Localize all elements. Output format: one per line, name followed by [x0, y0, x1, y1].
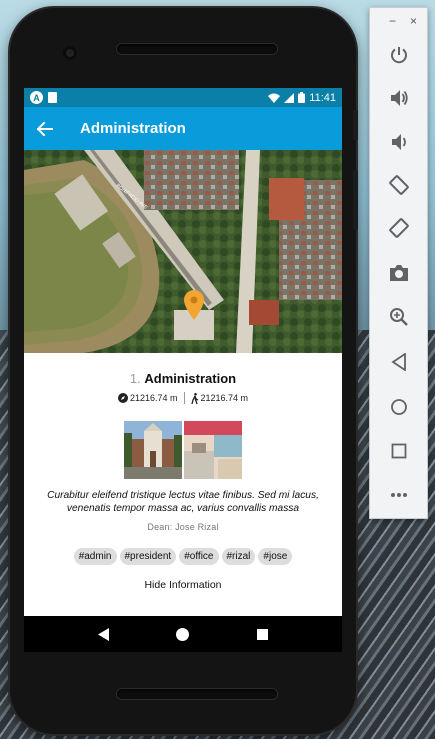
- zoom-icon: [390, 308, 408, 326]
- home-circle-icon: [176, 627, 190, 641]
- distance-row: 21216.74 m 21216.74 m: [24, 392, 342, 404]
- rotate-right-icon: [389, 218, 409, 238]
- photo-thumbnail-interior[interactable]: [184, 421, 242, 479]
- compass-icon: [117, 393, 128, 403]
- volume-up-icon: [391, 90, 408, 106]
- side-button: [353, 110, 358, 140]
- back-icon: [391, 353, 406, 371]
- status-time: 11:41: [309, 91, 336, 104]
- map-imagery: BONIFACIO AVE: [24, 150, 342, 353]
- tag-list: #admin #president #office #rizal #jose: [24, 548, 342, 565]
- sd-card-icon: [48, 92, 57, 103]
- place-number: 1.: [129, 371, 141, 386]
- overview-icon: [391, 443, 407, 459]
- nav-home-button[interactable]: [168, 619, 198, 649]
- more-button[interactable]: [384, 480, 414, 510]
- bottom-speaker: [117, 689, 277, 699]
- hide-information-button[interactable]: Hide Information: [24, 579, 342, 591]
- walking-icon: [190, 392, 198, 404]
- camera-icon: [390, 265, 408, 281]
- battery-icon: [298, 92, 306, 103]
- tag-chip[interactable]: #rizal: [221, 548, 256, 565]
- overview-button-emulator[interactable]: [384, 436, 414, 466]
- back-triangle-icon: [97, 627, 109, 641]
- divider: [183, 392, 185, 404]
- android-a-icon: A: [30, 91, 43, 104]
- place-heading: 1. Administration: [24, 371, 342, 386]
- tag-chip[interactable]: #admin: [73, 548, 117, 565]
- photo-thumbnail-building[interactable]: [124, 421, 182, 479]
- home-icon: [391, 399, 407, 415]
- place-description: Curabitur eleifend tristique lectus vita…: [47, 490, 319, 514]
- walking-distance-value: 21216.74 m: [200, 393, 249, 403]
- minimize-button[interactable]: −: [389, 14, 396, 28]
- tag-chip[interactable]: #president: [119, 548, 177, 565]
- phone-screen: A 11:41 Administration BONIFACIO AVE 1. …: [24, 88, 342, 652]
- front-camera: [63, 46, 77, 60]
- top-speaker: [117, 44, 277, 54]
- signal-icon: [284, 92, 295, 103]
- power-button[interactable]: [384, 40, 414, 70]
- dean-label: Dean: Jose Rizal: [147, 522, 219, 532]
- screenshot-button[interactable]: [384, 258, 414, 288]
- status-bar: A 11:41: [24, 88, 342, 107]
- rotate-left-button[interactable]: [384, 170, 414, 200]
- place-details: 1. Administration 21216.74 m 21216.74 m: [24, 353, 342, 591]
- rotate-left-icon: [389, 175, 409, 195]
- zoom-button[interactable]: [384, 302, 414, 332]
- photo-gallery: [24, 421, 342, 479]
- close-button[interactable]: ×: [410, 14, 417, 28]
- navigation-bar: [24, 616, 342, 652]
- back-button-emulator[interactable]: [384, 347, 414, 377]
- app-bar: Administration: [24, 107, 342, 150]
- back-button[interactable]: [24, 107, 66, 150]
- place-name: Administration: [144, 371, 237, 386]
- location-marker-icon[interactable]: [184, 290, 204, 320]
- volume-down-button[interactable]: [384, 127, 414, 157]
- tag-chip[interactable]: #office: [179, 548, 219, 565]
- arrow-back-icon: [37, 121, 53, 136]
- recents-square-icon: [256, 628, 268, 640]
- volume-up-button[interactable]: [384, 83, 414, 113]
- rotate-right-button[interactable]: [384, 213, 414, 243]
- tag-chip[interactable]: #jose: [258, 548, 293, 565]
- driving-distance-value: 21216.74 m: [129, 393, 178, 403]
- home-button-emulator[interactable]: [384, 392, 414, 422]
- nav-back-button[interactable]: [89, 619, 119, 649]
- page-title: Administration: [80, 120, 186, 137]
- satellite-map[interactable]: BONIFACIO AVE: [24, 150, 342, 353]
- driving-distance: 21216.74 m: [117, 393, 178, 403]
- volume-down-icon: [392, 134, 406, 150]
- wifi-icon: [268, 93, 281, 103]
- more-icon: [391, 493, 407, 497]
- walking-distance: 21216.74 m: [190, 392, 249, 404]
- side-button: [353, 170, 358, 230]
- power-icon: [391, 47, 407, 64]
- emulator-toolbar: − ×: [369, 7, 428, 519]
- nav-recents-button[interactable]: [247, 619, 277, 649]
